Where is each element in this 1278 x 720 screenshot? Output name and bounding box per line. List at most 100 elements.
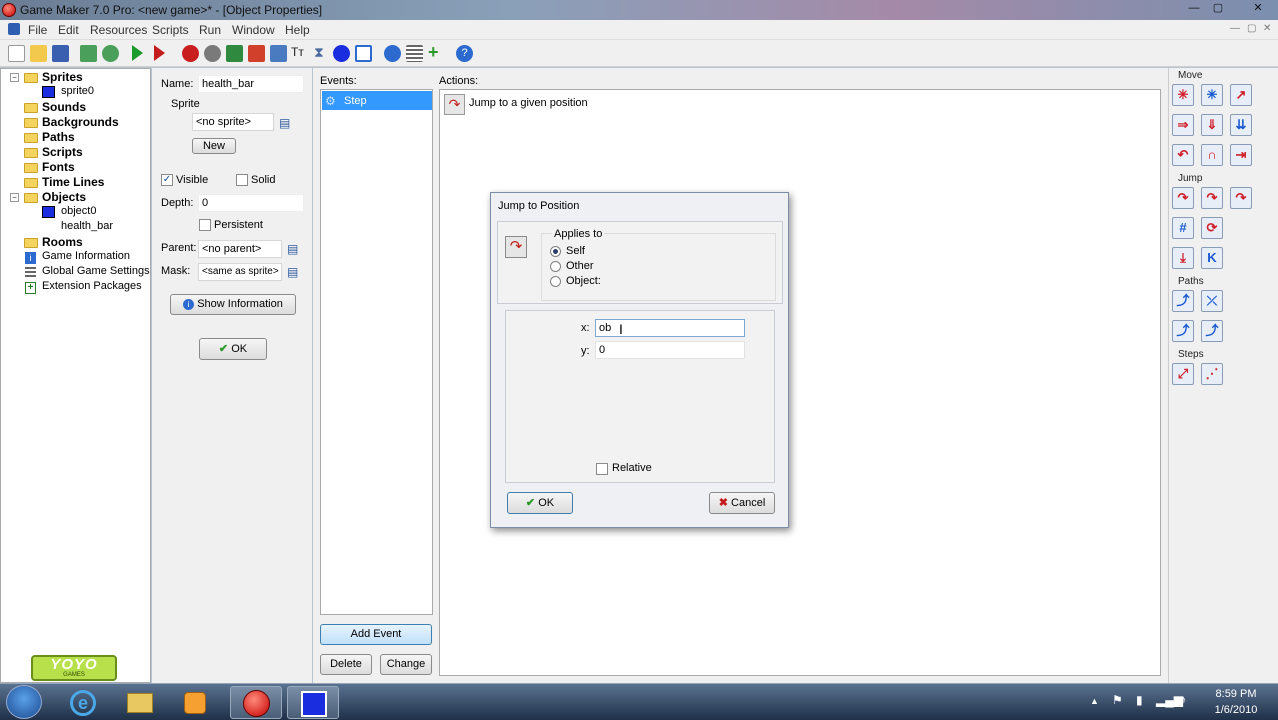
tree-health-bar[interactable]: health_bar bbox=[61, 220, 113, 232]
new-sprite-button[interactable]: New bbox=[192, 138, 236, 154]
jump-position-action-icon[interactable]: ↷ bbox=[1172, 187, 1194, 209]
mask-field[interactable]: <same as sprite> bbox=[198, 263, 282, 281]
move-free-icon[interactable]: ✳ bbox=[1201, 84, 1223, 106]
taskbar-game-maker[interactable] bbox=[230, 686, 282, 719]
events-list[interactable]: ⚙ Step bbox=[320, 89, 433, 615]
create-executable-icon[interactable] bbox=[80, 45, 97, 62]
tree-objects[interactable]: Objects bbox=[42, 190, 86, 204]
path-speed-icon[interactable]: ⤴ bbox=[1201, 320, 1223, 342]
tree-object0[interactable]: object0 bbox=[61, 205, 96, 217]
tree-paths[interactable]: Paths bbox=[42, 130, 75, 144]
clock-date[interactable]: 1/6/2010 bbox=[1212, 704, 1260, 716]
parent-select-icon[interactable]: ▤ bbox=[287, 242, 298, 256]
end-path-icon[interactable]: ⤫ bbox=[1201, 290, 1223, 312]
sprite-select-icon[interactable]: ▤ bbox=[279, 116, 290, 130]
other-radio[interactable] bbox=[550, 261, 561, 272]
visible-checkbox[interactable]: ✓ bbox=[161, 174, 173, 186]
add-room-icon[interactable] bbox=[355, 45, 372, 62]
tree-timelines[interactable]: Time Lines bbox=[42, 175, 104, 189]
step-avoiding-icon[interactable]: ⋰ bbox=[1201, 363, 1223, 385]
taskbar-ie[interactable]: e bbox=[58, 686, 110, 719]
game-information-icon[interactable] bbox=[384, 45, 401, 62]
parent-field[interactable]: <no parent> bbox=[198, 240, 282, 258]
move-fixed-icon[interactable]: ✳ bbox=[1172, 84, 1194, 106]
collapse-sprites-icon[interactable]: − bbox=[10, 73, 19, 82]
add-background-icon[interactable] bbox=[226, 45, 243, 62]
menu-scripts[interactable]: Scripts bbox=[152, 23, 189, 37]
menu-help[interactable]: Help bbox=[285, 23, 310, 37]
event-step[interactable]: ⚙ Step bbox=[322, 91, 432, 110]
help-icon[interactable]: ? bbox=[456, 45, 473, 62]
tree-rooms[interactable]: Rooms bbox=[42, 235, 83, 249]
depth-field[interactable]: 0 bbox=[198, 194, 304, 212]
taskbar-explorer[interactable] bbox=[114, 686, 166, 719]
action-jump-to-position[interactable]: Jump to a given position bbox=[469, 97, 588, 109]
relative-checkbox[interactable] bbox=[596, 463, 608, 475]
change-event-button[interactable]: Change bbox=[380, 654, 432, 675]
add-sound-icon[interactable] bbox=[204, 45, 221, 62]
add-sprite-icon[interactable] bbox=[182, 45, 199, 62]
tree-global-settings[interactable]: Global Game Settings bbox=[42, 265, 150, 277]
tree-sounds[interactable]: Sounds bbox=[42, 100, 86, 114]
persistent-checkbox[interactable] bbox=[199, 219, 211, 231]
add-event-button[interactable]: Add Event bbox=[320, 624, 432, 645]
tree-extension-packages[interactable]: Extension Packages bbox=[42, 280, 142, 292]
flag-icon[interactable]: ⚑ bbox=[1112, 693, 1123, 707]
save-icon[interactable] bbox=[52, 45, 69, 62]
network-icon[interactable]: ▂▄▆ bbox=[1156, 693, 1183, 707]
mdi-restore-icon[interactable]: ▢ bbox=[1247, 23, 1256, 34]
add-timeline-icon[interactable]: ⧗ bbox=[314, 44, 324, 61]
tree-backgrounds[interactable]: Backgrounds bbox=[42, 115, 119, 129]
snap-grid-icon[interactable]: # bbox=[1172, 217, 1194, 239]
dialog-ok-button[interactable]: ✔ OK bbox=[507, 492, 573, 514]
step-towards-icon[interactable]: ⤢ bbox=[1172, 363, 1194, 385]
move-towards-icon[interactable]: ↗ bbox=[1230, 84, 1252, 106]
bounce-icon[interactable]: K bbox=[1201, 247, 1223, 269]
collapse-objects-icon[interactable]: − bbox=[10, 193, 19, 202]
tree-fonts[interactable]: Fonts bbox=[42, 160, 75, 174]
mdi-doc-icon[interactable] bbox=[8, 23, 20, 35]
delete-event-button[interactable]: Delete bbox=[320, 654, 372, 675]
show-information-button[interactable]: i Show Information bbox=[170, 294, 296, 315]
ok-button[interactable]: ✔ OK bbox=[199, 338, 267, 360]
mdi-minimize-icon[interactable]: — bbox=[1230, 23, 1240, 34]
solid-checkbox[interactable] bbox=[236, 174, 248, 186]
speed-vertical-icon[interactable]: ⇓ bbox=[1201, 114, 1223, 136]
jump-start-icon[interactable]: ↷ bbox=[1201, 187, 1223, 209]
show-hidden-icons[interactable]: ▲ bbox=[1090, 696, 1099, 706]
object-radio[interactable] bbox=[550, 276, 561, 287]
path-position-icon[interactable]: ⤴ bbox=[1172, 320, 1194, 342]
name-field[interactable]: health_bar bbox=[198, 75, 304, 93]
menu-edit[interactable]: Edit bbox=[58, 23, 79, 37]
add-path-icon[interactable] bbox=[248, 45, 265, 62]
minimize-button[interactable]: — bbox=[1186, 2, 1202, 16]
add-object-icon[interactable] bbox=[333, 45, 350, 62]
sprite-field[interactable]: <no sprite> bbox=[192, 113, 274, 131]
extension-packages-icon[interactable]: + bbox=[428, 42, 439, 63]
dialog-cancel-button[interactable]: ✖ Cancel bbox=[709, 492, 775, 514]
open-folder-icon[interactable] bbox=[30, 45, 47, 62]
y-input[interactable]: 0 bbox=[595, 341, 745, 359]
menu-resources[interactable]: Resources bbox=[90, 23, 147, 37]
self-radio[interactable] bbox=[550, 246, 561, 257]
maximize-button[interactable]: ▢ bbox=[1210, 2, 1226, 16]
start-button[interactable] bbox=[6, 685, 42, 719]
set-path-icon[interactable]: ⤴ bbox=[1172, 290, 1194, 312]
global-settings-icon[interactable] bbox=[406, 45, 423, 62]
clock-time[interactable]: 8:59 PM bbox=[1212, 688, 1260, 700]
tree-sprite0[interactable]: sprite0 bbox=[61, 85, 94, 97]
menu-window[interactable]: Window bbox=[232, 23, 275, 37]
menu-run[interactable]: Run bbox=[199, 23, 221, 37]
tree-game-information[interactable]: Game Information bbox=[42, 250, 130, 262]
battery-icon[interactable]: ▮ bbox=[1136, 693, 1143, 707]
wrap-screen-icon[interactable]: ⟳ bbox=[1201, 217, 1223, 239]
close-button[interactable]: ✕ bbox=[1250, 2, 1266, 16]
taskbar-recorder[interactable] bbox=[287, 686, 339, 719]
add-script-icon[interactable] bbox=[270, 45, 287, 62]
tree-sprites[interactable]: Sprites bbox=[42, 70, 83, 84]
move-contact-icon[interactable]: ⤓ bbox=[1172, 247, 1194, 269]
mdi-close-icon[interactable]: ✕ bbox=[1263, 23, 1271, 34]
publish-icon[interactable] bbox=[102, 45, 119, 62]
gravity-icon[interactable]: ⇊ bbox=[1230, 114, 1252, 136]
x-input[interactable]: ob bbox=[595, 319, 745, 337]
